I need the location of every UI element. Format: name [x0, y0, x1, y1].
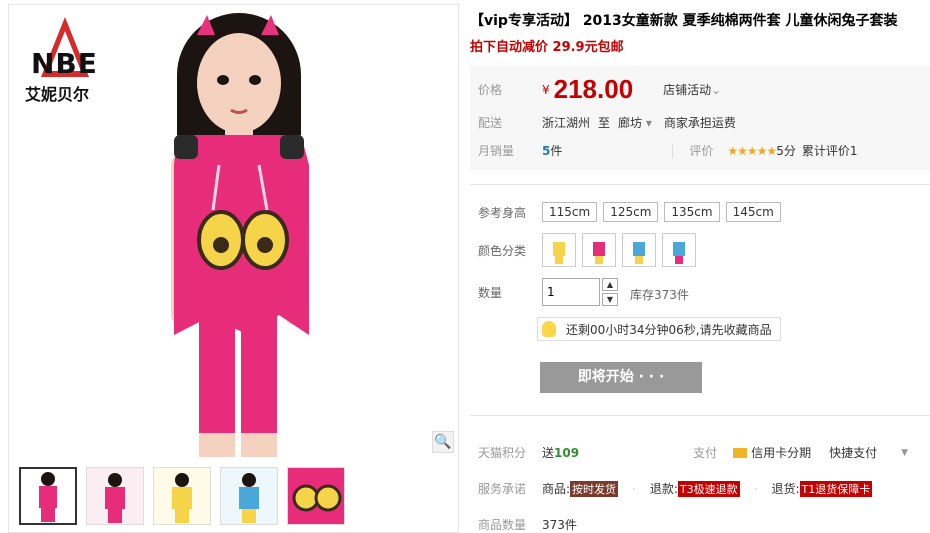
product-header: 【vip专享活动】 2013女童新款 夏季纯棉两件套 儿童休闲兔子套装 拍下自动… [470, 10, 925, 55]
rating-stars: ★★★★★ [727, 143, 777, 158]
size-option-135[interactable]: 135cm [664, 202, 720, 222]
installment-link[interactable]: 信用卡分期 [751, 444, 811, 461]
currency-symbol: ¥ [542, 82, 550, 97]
points-row: 天猫积分 送 109 支付 信用卡分期 快捷支付 ▼ [478, 444, 909, 461]
points-value: 109 [554, 445, 580, 460]
active-caret-icon [43, 467, 53, 468]
size-selector: 参考身高 115cm 125cm 135cm 145cm [478, 202, 787, 222]
thumbnail-3[interactable] [153, 467, 211, 525]
thumbnail-2[interactable] [86, 467, 144, 525]
credit-card-icon [733, 447, 748, 458]
fast-refund-badge[interactable]: T3极速退款 [677, 480, 740, 497]
stock-text: 库存373件 [630, 288, 689, 302]
quantity-label: 数量 [478, 286, 503, 300]
points-label: 天猫积分 [478, 446, 527, 460]
chevron-down-icon: ▾ [645, 116, 652, 130]
delivery-from: 浙江湖州 [542, 116, 591, 130]
countdown-text: 还剩00小时34分钟06秒,请先收藏商品 [566, 322, 772, 337]
rating-label: 评价 [689, 144, 714, 158]
review-count-link[interactable]: 累计评价1 [802, 142, 858, 159]
size-option-145[interactable]: 145cm [725, 202, 781, 222]
price-label: 价格 [478, 83, 503, 97]
quantity-row: 数量 ▲ ▼ 库存373件 [478, 278, 689, 308]
price-row: 价格 ¥ 218.00 店铺活动⌄ [478, 74, 721, 105]
quantity-input[interactable] [542, 278, 600, 306]
shop-activity-dropdown[interactable]: 店铺活动⌄ [663, 81, 721, 98]
service-row: 服务承诺 商品: 按时发货 · 退款: T3极速退款 · 退货: T1退货保障卡 [478, 480, 873, 497]
decrease-icon[interactable]: ▼ [602, 293, 618, 306]
divider [470, 184, 930, 185]
color-option-yellow[interactable] [542, 233, 576, 267]
main-product-image[interactable]: NBE 艾妮贝尔 🔍 [9, 5, 458, 457]
size-label: 参考身高 [478, 205, 527, 220]
stock-count-label: 商品数量 [478, 518, 527, 532]
thumbnail-4[interactable] [220, 467, 278, 525]
sales-row: 月销量 5件 评价 ★★★★★ 5分 累计评价1 [478, 142, 858, 159]
logo-text: NBE [31, 47, 98, 80]
brand-logo: NBE 艾妮贝尔 [19, 17, 119, 107]
quantity-stepper: ▲ ▼ [602, 278, 618, 308]
coming-soon-button[interactable]: 即将开始 · · · [540, 362, 702, 393]
promo-text: 拍下自动减价 29.9元包邮 [470, 40, 624, 55]
chevron-down-icon[interactable]: ▼ [901, 448, 908, 458]
return-guarantee-badge[interactable]: T1退货保障卡 [799, 480, 873, 497]
thumbnail-strip [19, 467, 345, 529]
rating-score: 5分 [776, 144, 796, 158]
thumbnail-5[interactable] [287, 467, 345, 525]
zoom-icon[interactable]: 🔍 [432, 431, 454, 453]
shipping-fee: 商家承担运费 [663, 116, 736, 130]
monthly-sales-value: 5 [542, 143, 551, 158]
lightbulb-icon [542, 321, 556, 337]
size-option-115[interactable]: 115cm [542, 202, 598, 222]
color-option-rose[interactable] [662, 233, 696, 267]
product-gallery: NBE 艾妮贝尔 🔍 [8, 4, 459, 533]
service-label: 服务承诺 [478, 482, 527, 496]
stock-count-row: 商品数量 373件 [478, 516, 577, 533]
color-label: 颜色分类 [478, 243, 527, 258]
chevron-down-icon: ⌄ [711, 83, 722, 97]
divider [470, 415, 930, 416]
color-option-blue[interactable] [622, 233, 656, 267]
logo-cn-text: 艾妮贝尔 [25, 85, 90, 104]
stock-count-value: 373件 [542, 518, 577, 532]
quick-pay-link[interactable]: 快捷支付 [829, 444, 877, 461]
thumbnail-1[interactable] [19, 467, 77, 525]
color-option-pink[interactable] [582, 233, 616, 267]
size-option-125[interactable]: 125cm [603, 202, 659, 222]
price-box: 价格 ¥ 218.00 店铺活动⌄ 配送 浙江湖州 至 廊坊 ▾ 商家承担运费 … [470, 66, 930, 170]
delivery-destination[interactable]: 廊坊 ▾ [618, 114, 652, 131]
monthly-sales-label: 月销量 [478, 144, 515, 158]
countdown-tip: 还剩00小时34分钟06秒,请先收藏商品 [537, 317, 781, 341]
price-value: 218.00 [553, 74, 634, 104]
color-selector: 颜色分类 [478, 233, 702, 267]
delivery-label: 配送 [478, 116, 503, 130]
delivery-row: 配送 浙江湖州 至 廊坊 ▾ 商家承担运费 [478, 114, 736, 131]
increase-icon[interactable]: ▲ [602, 278, 618, 291]
product-title: 【vip专享活动】 2013女童新款 夏季纯棉两件套 儿童休闲兔子套装 [470, 13, 898, 29]
ontime-delivery-badge[interactable]: 按时发货 [570, 480, 619, 497]
payment-label: 支付 [693, 446, 718, 460]
